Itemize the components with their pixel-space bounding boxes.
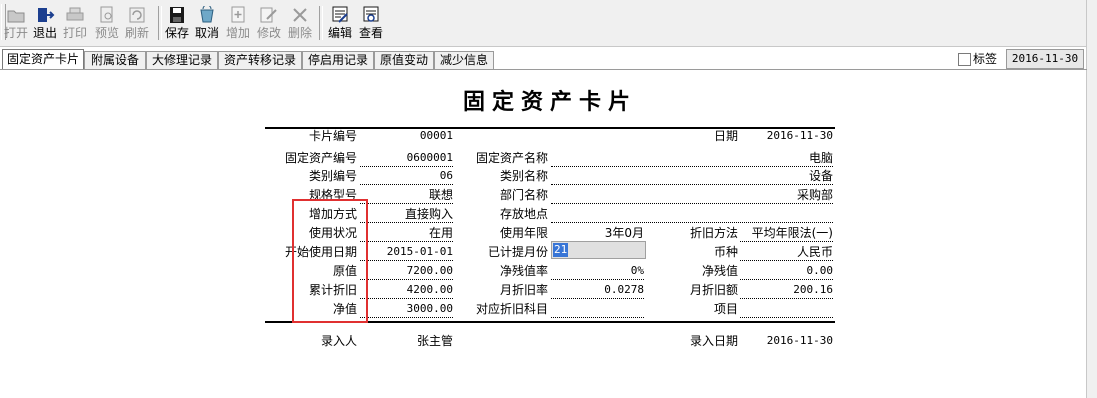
monthly-amount-label: 月折旧额 xyxy=(689,283,738,297)
date-label: 日期 xyxy=(713,129,738,143)
depr-account-field[interactable] xyxy=(551,301,644,318)
useful-life-label: 使用年限 xyxy=(499,226,548,240)
tag-checkbox-label: 标签 xyxy=(973,52,998,66)
net-value-field[interactable]: 3000.00 xyxy=(360,301,453,318)
delete-button[interactable]: 删除 xyxy=(287,6,313,44)
asset-name-field[interactable]: 电脑 xyxy=(551,150,833,167)
salvage-value-field[interactable]: 0.00 xyxy=(740,263,833,280)
currency-field[interactable]: 人民币 xyxy=(740,244,833,261)
edit-card-icon xyxy=(332,6,348,23)
tab-reduction[interactable]: 减少信息 xyxy=(434,51,494,69)
tab-card[interactable]: 固定资产卡片 xyxy=(2,49,84,69)
months-depr-label: 已计提月份 xyxy=(487,245,548,259)
vertical-scrollbar[interactable] xyxy=(1086,0,1097,398)
accum-depr-field[interactable]: 4200.00 xyxy=(360,282,453,299)
view-card-icon xyxy=(363,6,379,22)
entry-date-label: 录入日期 xyxy=(689,334,738,348)
toolbar: 打开 退出 打印 预览 刷新 保存 取消 增加 修改 删除 编辑 查看 xyxy=(0,0,1087,47)
modify-button[interactable]: 修改 xyxy=(256,6,282,44)
date-value: 2016-11-30 xyxy=(766,129,833,142)
location-label: 存放地点 xyxy=(499,207,548,221)
tab-overhaul[interactable]: 大修理记录 xyxy=(146,51,218,69)
floppy-disk-icon xyxy=(170,7,184,23)
monthly-rate-field[interactable]: 0.0278 xyxy=(551,282,644,299)
monthly-rate-label: 月折旧率 xyxy=(499,283,548,297)
category-code-label: 类别编号 xyxy=(308,169,357,183)
open-button[interactable]: 打开 xyxy=(3,6,29,44)
preview-button[interactable]: 预览 xyxy=(94,6,120,44)
start-date-field[interactable]: 2015-01-01 xyxy=(360,244,453,261)
delete-x-icon xyxy=(293,8,307,22)
salvage-value-label: 净残值 xyxy=(701,264,738,278)
asset-name-label: 固定资产名称 xyxy=(475,151,548,165)
spec-model-field[interactable]: 联想 xyxy=(360,187,453,204)
printer-icon xyxy=(66,7,84,21)
category-code-field[interactable]: 06 xyxy=(360,168,453,185)
toolbar-separator xyxy=(319,6,323,40)
print-preview-icon xyxy=(100,6,113,23)
save-button[interactable]: 保存 xyxy=(164,6,190,44)
exit-button[interactable]: 退出 xyxy=(32,6,58,44)
add-method-field[interactable]: 直接购入 xyxy=(360,206,453,223)
cancel-button[interactable]: 取消 xyxy=(194,6,220,44)
refresh-button[interactable]: 刷新 xyxy=(124,6,150,44)
highlight-annotation-box xyxy=(292,199,368,323)
entered-by-label: 录入人 xyxy=(320,334,357,348)
item-label: 项目 xyxy=(713,302,738,316)
depr-account-label: 对应折旧科目 xyxy=(475,302,548,316)
category-name-field[interactable]: 设备 xyxy=(551,168,833,185)
card-no-label: 卡片编号 xyxy=(308,129,357,143)
item-field[interactable] xyxy=(740,301,833,318)
entry-date-value: 2016-11-30 xyxy=(766,334,833,347)
location-field[interactable] xyxy=(551,206,833,223)
edit-pencil-icon xyxy=(260,7,277,23)
entered-by-value: 张主管 xyxy=(416,334,453,348)
depr-method-label: 折旧方法 xyxy=(689,226,738,240)
exit-door-icon xyxy=(38,8,55,22)
undo-cancel-icon xyxy=(200,6,214,23)
tag-checkbox[interactable] xyxy=(958,53,971,66)
useful-life-field[interactable]: 3年0月 xyxy=(551,225,644,242)
card-title: 固定资产卡片 xyxy=(462,89,637,115)
salvage-rate-field[interactable]: 0% xyxy=(551,263,644,280)
asset-code-label: 固定资产编号 xyxy=(284,151,357,165)
tab-value-change[interactable]: 原值变动 xyxy=(374,51,434,69)
open-folder-icon xyxy=(7,10,25,23)
add-document-icon xyxy=(231,6,245,23)
add-button[interactable]: 增加 xyxy=(225,6,251,44)
original-value-field[interactable]: 7200.00 xyxy=(360,263,453,280)
department-label: 部门名称 xyxy=(499,188,548,202)
print-button[interactable]: 打印 xyxy=(62,6,88,44)
tab-transfer[interactable]: 资产转移记录 xyxy=(218,51,302,69)
card-no-value: 00001 xyxy=(419,129,453,142)
edit-button[interactable]: 编辑 xyxy=(327,6,353,44)
refresh-icon xyxy=(129,7,145,23)
usage-status-field[interactable]: 在用 xyxy=(360,225,453,242)
header-date-field[interactable]: 2016-11-30 xyxy=(1006,49,1084,69)
monthly-amount-field[interactable]: 200.16 xyxy=(740,282,833,299)
months-depr-input[interactable]: 21 xyxy=(551,241,646,259)
view-button[interactable]: 查看 xyxy=(358,6,384,44)
depr-method-field[interactable]: 平均年限法(一) xyxy=(740,225,833,242)
tab-enable-disable[interactable]: 停启用记录 xyxy=(302,51,374,69)
months-depr-selected-text: 21 xyxy=(553,243,569,257)
tab-accessories[interactable]: 附属设备 xyxy=(84,51,146,69)
asset-code-field[interactable]: 0600001 xyxy=(360,150,453,167)
tab-underline xyxy=(0,69,1087,70)
salvage-rate-label: 净残值率 xyxy=(499,264,548,278)
category-name-label: 类别名称 xyxy=(499,169,548,183)
department-field[interactable]: 采购部 xyxy=(551,187,833,204)
currency-label: 币种 xyxy=(713,245,738,259)
